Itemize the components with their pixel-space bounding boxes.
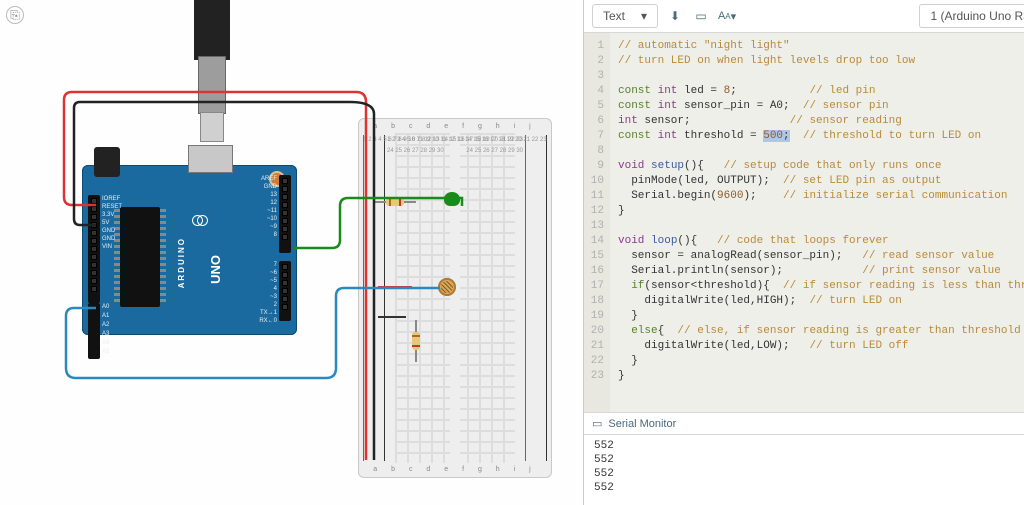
arduino-barrel-jack	[94, 147, 120, 177]
breadboard-cols-top: a b c d e f g h i j	[359, 123, 551, 130]
canvas-menu-button[interactable]: ⎘	[6, 6, 24, 24]
circuit-canvas[interactable]: ⎘ ARDUINO UNO IOREF RESET 3.3V 5V GND GN…	[0, 0, 584, 505]
serial-monitor-output: 552552552552	[584, 435, 1024, 505]
serial-monitor-header[interactable]: ▭ Serial Monitor ▾	[584, 412, 1024, 435]
arduino-silks-dig-hi: AREF GND 13 12 ~11 ~10 ~9 8	[261, 175, 277, 239]
editor-mode-dropdown[interactable]: Text ▾	[592, 4, 658, 28]
arduino-usb-port	[188, 145, 233, 173]
usb-plug	[198, 56, 226, 114]
arduino-header-power[interactable]	[88, 195, 100, 303]
serial-title: Serial Monitor	[608, 418, 676, 430]
breadboard-rownums-r: 1 2 3 4 5 6 7 8 9 10 11 12 13 14 15 16 1…	[359, 135, 523, 461]
arduino-header-digital-low[interactable]	[279, 261, 291, 321]
jumper-black-short[interactable]	[378, 316, 406, 318]
resistor-1[interactable]	[378, 198, 412, 206]
jumper-red-short[interactable]	[378, 286, 412, 288]
board-select-label: 1 (Arduino Uno R3)	[930, 9, 1024, 23]
arduino-silks-analog: A0 A1 A2 A3 A4 A5	[102, 303, 109, 357]
serial-icon: ▭	[592, 417, 602, 430]
download-icon[interactable]: ⬇	[666, 7, 684, 25]
font-size-icon[interactable]: AA▾	[718, 7, 736, 25]
app-root: ⎘ ARDUINO UNO IOREF RESET 3.3V 5V GND GN…	[0, 0, 1024, 505]
code-body[interactable]: // automatic "night light"// turn LED on…	[610, 33, 1024, 412]
board-select-dropdown[interactable]: 1 (Arduino Uno R3) ▾	[919, 4, 1024, 28]
resistor-2[interactable]	[412, 324, 420, 358]
photoresistor[interactable]	[438, 278, 456, 296]
usb-tip	[200, 112, 224, 142]
arduino-brand-label: ARDUINO	[177, 237, 186, 288]
breadboard-cols-bot: a b c d e f g h i j	[359, 466, 551, 473]
library-icon[interactable]: ▭	[692, 7, 710, 25]
arduino-header-analog[interactable]	[88, 303, 100, 359]
led-green[interactable]	[444, 192, 460, 206]
editor-panel: Text ▾ ⬇ ▭ AA▾ 1 (Arduino Uno R3) ▾ 1234…	[584, 0, 1024, 505]
arduino-uno[interactable]: ARDUINO UNO IOREF RESET 3.3V 5V GND GND …	[82, 165, 297, 335]
editor-toolbar: Text ▾ ⬇ ▭ AA▾ 1 (Arduino Uno R3) ▾	[584, 0, 1024, 33]
usb-cable	[194, 0, 230, 60]
arduino-silks-dig-lo: 7 ~6 ~5 4 ~3 2 TX→1 RX←0	[259, 261, 277, 325]
editor-mode-label: Text	[603, 9, 625, 23]
code-gutter: 1234567891011121314151617181920212223	[584, 33, 610, 412]
arduino-silks-power: IOREF RESET 3.3V 5V GND GND VIN	[102, 195, 122, 251]
arduino-header-digital-high[interactable]	[279, 175, 291, 253]
code-editor[interactable]: 1234567891011121314151617181920212223 //…	[584, 33, 1024, 412]
chevron-down-icon: ▾	[641, 9, 647, 23]
arduino-logo-icon	[192, 215, 208, 225]
arduino-mcu-chip	[120, 207, 160, 307]
arduino-model-label: UNO	[208, 255, 223, 284]
breadboard[interactable]: a b c d e f g h i j a b c d e f g h i j …	[358, 118, 552, 478]
